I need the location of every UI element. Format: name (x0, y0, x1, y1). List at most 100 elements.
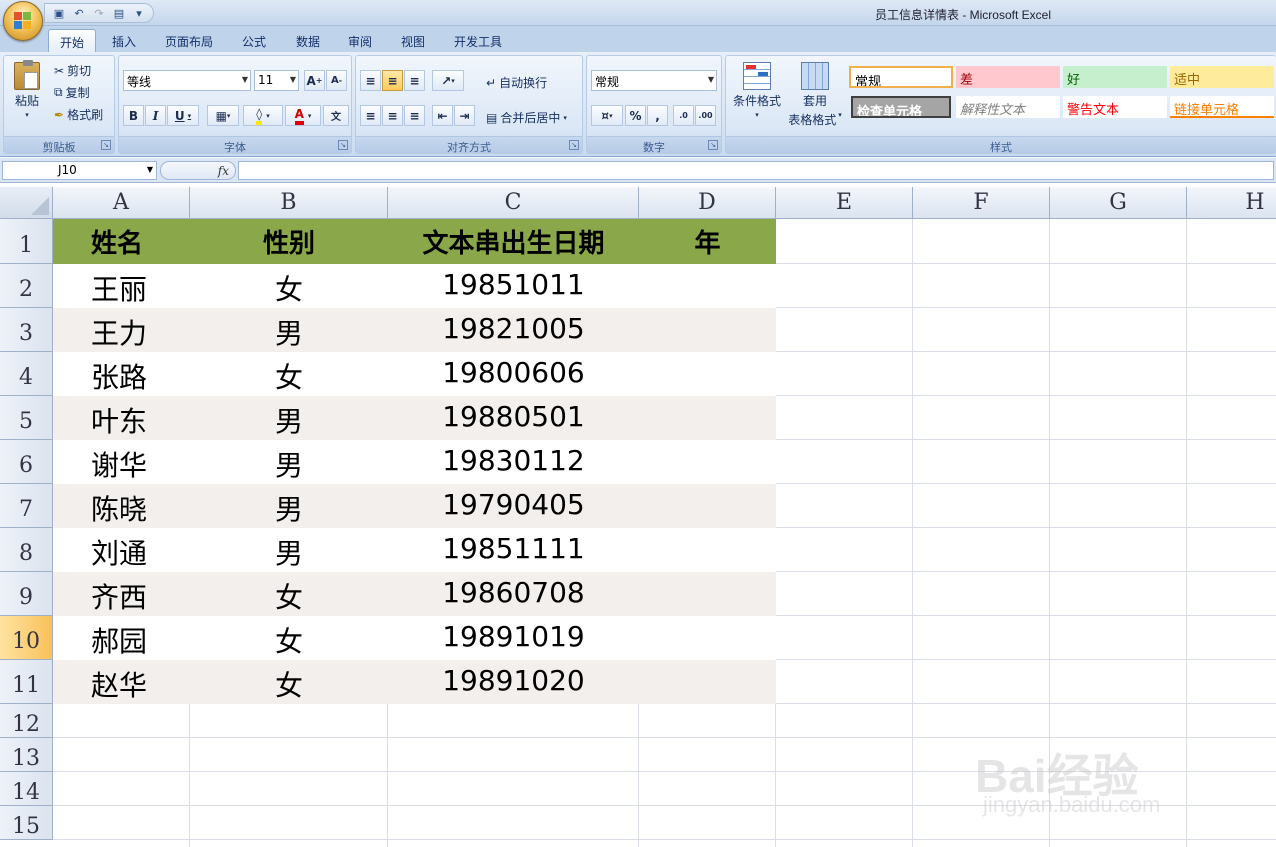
row-header-8[interactable]: 8 (0, 528, 53, 572)
bold-button[interactable]: B (123, 105, 144, 126)
cell-a5[interactable]: 叶东 (91, 400, 190, 440)
select-all-button[interactable] (0, 187, 53, 219)
column-header-g[interactable]: G (1050, 187, 1187, 219)
clipboard-launcher-icon[interactable]: ↘ (101, 140, 111, 150)
style-neutral[interactable]: 适中 (1170, 66, 1274, 88)
phonetic-button[interactable]: 文 (323, 105, 349, 126)
office-button[interactable] (3, 1, 43, 41)
style-warning[interactable]: 警告文本 (1063, 96, 1167, 118)
align-middle-button[interactable]: ≡ (382, 70, 403, 91)
cell-d7[interactable] (639, 488, 776, 528)
alignment-launcher-icon[interactable]: ↘ (569, 140, 579, 150)
header-cell-d[interactable]: 年 (639, 223, 776, 264)
font-size-select[interactable]: 11 ▼ (254, 70, 299, 91)
cell-b11[interactable]: 女 (190, 664, 388, 704)
cell-b2[interactable]: 女 (190, 268, 388, 308)
grow-font-button[interactable]: A + (304, 70, 325, 91)
tab-formulas[interactable]: 公式 (230, 29, 278, 52)
style-explanatory[interactable]: 解释性文本 (956, 96, 1060, 118)
shrink-font-button[interactable]: A- (326, 70, 347, 91)
cell-d4[interactable] (639, 356, 776, 396)
style-normal[interactable]: 常规 (849, 66, 953, 88)
border-button[interactable]: ▦ ▾ (207, 105, 239, 126)
row-header-14[interactable]: 14 (0, 772, 53, 806)
tab-developer[interactable]: 开发工具 (444, 29, 512, 52)
cell-d6[interactable] (639, 444, 776, 484)
row-header-3[interactable]: 3 (0, 308, 53, 352)
currency-button[interactable]: ¤ ▾ (591, 105, 623, 126)
cell-b10[interactable]: 女 (190, 620, 388, 660)
row-header-5[interactable]: 5 (0, 396, 53, 440)
cell-d5[interactable] (639, 400, 776, 440)
style-good[interactable]: 好 (1063, 66, 1167, 88)
row-header-15[interactable]: 15 (0, 806, 53, 840)
cell-c2[interactable]: 19851011 (388, 268, 639, 308)
cell-c5[interactable]: 19880501 (388, 400, 639, 440)
align-right-button[interactable]: ≡ (404, 105, 425, 126)
cell-c7[interactable]: 19790405 (388, 488, 639, 528)
style-linked-cell[interactable]: 链接单元格 (1170, 96, 1274, 118)
cell-c8[interactable]: 19851111 (388, 532, 639, 572)
cell-b8[interactable]: 男 (190, 532, 388, 572)
save-icon[interactable]: ▣ (51, 5, 67, 21)
header-cell-b[interactable]: 性别 (190, 223, 388, 264)
cell-c9[interactable]: 19860708 (388, 576, 639, 616)
cell-b3[interactable]: 男 (190, 312, 388, 352)
percent-button[interactable]: % (625, 105, 646, 126)
cell-a11[interactable]: 赵华 (91, 664, 190, 704)
name-box[interactable]: J10 ▼ (2, 161, 157, 180)
tab-page-layout[interactable]: 页面布局 (155, 29, 223, 52)
number-launcher-icon[interactable]: ↘ (708, 140, 718, 150)
cut-button[interactable]: ✂ 剪切 (54, 62, 91, 79)
italic-button[interactable]: I (145, 105, 166, 126)
fill-color-button[interactable]: ◊ ▾ (243, 105, 283, 126)
style-bad[interactable]: 差 (956, 66, 1060, 88)
column-header-f[interactable]: F (913, 187, 1050, 219)
row-header-13[interactable]: 13 (0, 738, 53, 772)
column-header-a[interactable]: A (53, 187, 190, 219)
format-as-table-button[interactable]: 套用 表格格式 ▾ (784, 62, 846, 128)
cell-a4[interactable]: 张路 (91, 356, 190, 396)
cell-c4[interactable]: 19800606 (388, 356, 639, 396)
underline-button[interactable]: U ▾ (167, 105, 199, 126)
cell-a10[interactable]: 郝园 (91, 620, 190, 660)
column-header-b[interactable]: B (190, 187, 388, 219)
column-header-c[interactable]: C (388, 187, 639, 219)
font-launcher-icon[interactable]: ↘ (338, 140, 348, 150)
row-header-2[interactable]: 2 (0, 264, 53, 308)
style-check-cell[interactable]: 检查单元格 (851, 96, 951, 118)
row-header-10[interactable]: 10 (0, 616, 53, 660)
header-cell-c[interactable]: 文本串出生日期 (388, 223, 639, 264)
cell-a6[interactable]: 谢华 (91, 444, 190, 484)
increase-decimal-button[interactable]: .0 (673, 105, 694, 126)
comma-button[interactable]: , (647, 105, 668, 126)
cell-b9[interactable]: 女 (190, 576, 388, 616)
paste-button[interactable]: 粘贴 ▾ (10, 60, 44, 126)
header-cell-a[interactable]: 姓名 (91, 223, 190, 264)
cell-a9[interactable]: 齐西 (91, 576, 190, 616)
tab-data[interactable]: 数据 (284, 29, 332, 52)
decrease-decimal-button[interactable]: .00 (695, 105, 716, 126)
row-header-12[interactable]: 12 (0, 704, 53, 738)
row-header-4[interactable]: 4 (0, 352, 53, 396)
tab-view[interactable]: 视图 (389, 29, 437, 52)
row-header-1[interactable]: 1 (0, 219, 53, 264)
cell-c10[interactable]: 19891019 (388, 620, 639, 660)
formula-input[interactable] (238, 161, 1274, 180)
row-header-6[interactable]: 6 (0, 440, 53, 484)
column-header-e[interactable]: E (776, 187, 913, 219)
cell-b7[interactable]: 男 (190, 488, 388, 528)
merge-center-button[interactable]: ▤ 合并后居中 ▾ (486, 109, 567, 126)
cell-c3[interactable]: 19821005 (388, 312, 639, 352)
cell-a8[interactable]: 刘通 (91, 532, 190, 572)
orientation-button[interactable]: ↗ ▾ (432, 70, 464, 91)
undo-icon[interactable]: ↶ (71, 5, 87, 21)
conditional-format-button[interactable]: 条件格式 ▾ (731, 62, 783, 119)
cell-d10[interactable] (639, 620, 776, 660)
cell-c11[interactable]: 19891020 (388, 664, 639, 704)
row-header-7[interactable]: 7 (0, 484, 53, 528)
cell-d3[interactable] (639, 312, 776, 352)
cell-d2[interactable] (639, 268, 776, 308)
cell-d9[interactable] (639, 576, 776, 616)
tab-insert[interactable]: 插入 (100, 29, 148, 52)
